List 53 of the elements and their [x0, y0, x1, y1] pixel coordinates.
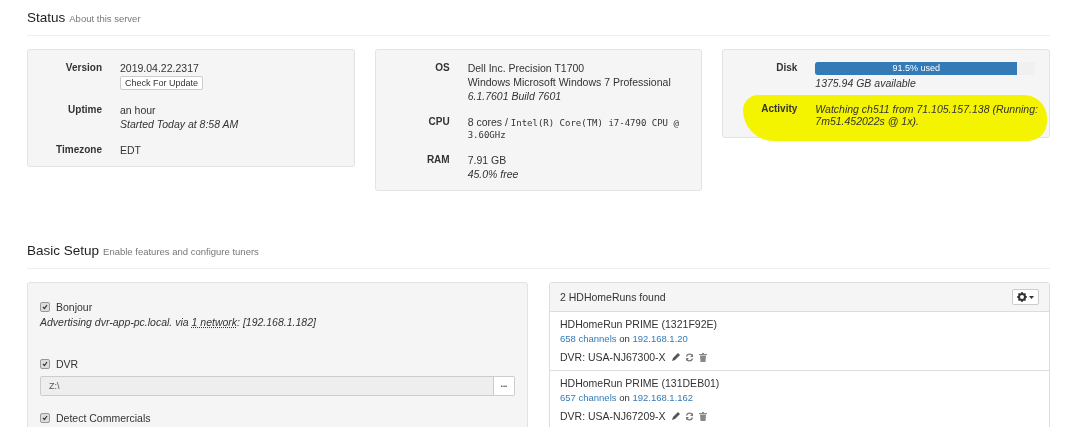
- trash-icon[interactable]: [698, 411, 707, 421]
- section-title: Basic Setup: [27, 243, 100, 258]
- ip-link[interactable]: 192.168.1.162: [632, 392, 694, 403]
- device-name: HDHomeRun PRIME (1321F92E): [560, 318, 718, 330]
- refresh-icon[interactable]: [684, 411, 694, 421]
- value-text: 7.91 GB: [467, 154, 507, 166]
- field-label: OS: [434, 62, 450, 73]
- field-label: Disk: [775, 62, 798, 73]
- section-subtitle: About this server: [69, 13, 141, 24]
- field-label: Timezone: [55, 144, 102, 155]
- gear-icon: [1017, 292, 1027, 302]
- on-text: on: [619, 333, 630, 344]
- value-text: 45.0% free: [467, 168, 519, 180]
- value-text: Started Today at 8:58 AM: [120, 118, 239, 130]
- section-subtitle: Enable features and configure tuners: [103, 246, 259, 257]
- bonjour-note: Advertising dvr-app-pc.local. via 1 network: [192.168.1.182]: [40, 316, 317, 328]
- panel-title: 2 HDHomeRuns found: [560, 291, 666, 303]
- on-text: on: [619, 392, 630, 403]
- channels-link[interactable]: 657 channels: [560, 392, 617, 403]
- channels-link[interactable]: 658 channels: [560, 333, 617, 344]
- field-label: CPU: [427, 116, 450, 127]
- trash-icon[interactable]: [698, 352, 707, 362]
- settings-button[interactable]: [1012, 289, 1039, 305]
- checkbox-label: Bonjour: [56, 301, 93, 313]
- checkbox[interactable]: [40, 359, 50, 369]
- dvr-text: DVR: USA-NJ67300-X: [560, 351, 666, 363]
- value-text: EDT: [120, 144, 141, 156]
- checkbox[interactable]: [40, 302, 50, 312]
- meter-text: 91.5% used: [891, 62, 942, 75]
- caret-icon: [1029, 295, 1034, 299]
- check-update-button[interactable]: Check For Update: [120, 76, 204, 90]
- dvr-text: DVR: USA-NJ67209-X: [560, 410, 666, 422]
- pencil-icon[interactable]: [670, 411, 680, 421]
- value-text: 1375.94 GB available: [815, 77, 916, 89]
- value-text: Windows Microsoft Windows 7 Professional: [467, 76, 671, 88]
- field-label: RAM: [425, 154, 450, 165]
- field-label: Version: [64, 62, 102, 73]
- pencil-icon[interactable]: [670, 352, 680, 362]
- value-text: 6.1.7601 Build 7601: [467, 90, 562, 102]
- field-label: Activity: [760, 103, 798, 114]
- checkbox[interactable]: [40, 413, 50, 423]
- section-title: Status: [27, 10, 66, 25]
- value-text: 2019.04.22.2317: [120, 62, 199, 74]
- value-text: an hour: [120, 104, 156, 116]
- checkbox-label: DVR: [56, 358, 79, 370]
- refresh-icon[interactable]: [684, 352, 694, 362]
- ip-link[interactable]: 192.168.1.20: [632, 333, 688, 344]
- field-label: Uptime: [67, 104, 102, 115]
- value-text: 8 cores / Intel(R) Core(TM) i7-4790 CPU @ 3.60GHz: [467, 116, 680, 140]
- value-text: Dell Inc. Precision T1700: [467, 62, 585, 74]
- value-text: Watching ch511 from 71.105.157.138 (Running: 7m51.452022s @ 1x).: [815, 103, 1039, 127]
- device-name: HDHomeRun PRIME (131DEB01): [560, 377, 721, 389]
- checkbox-label: Detect Commercials: [56, 412, 151, 424]
